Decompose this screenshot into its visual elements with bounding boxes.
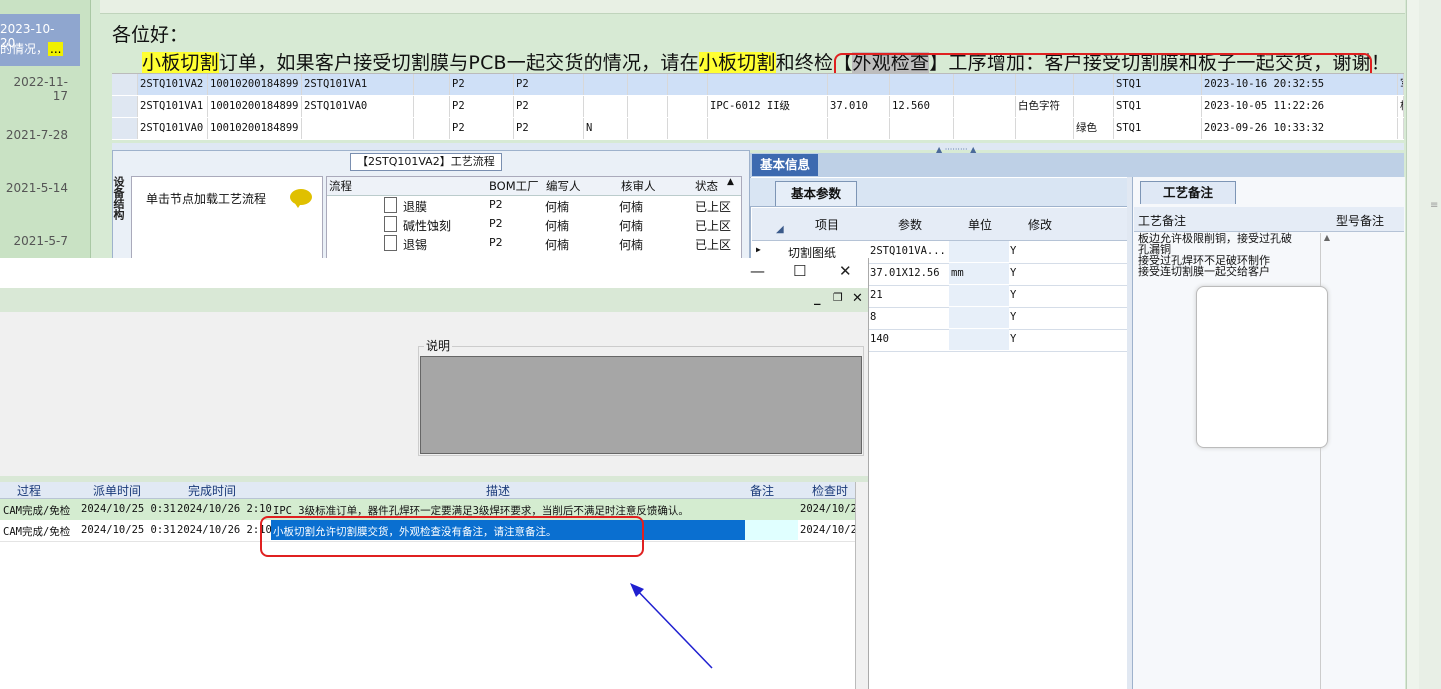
load-process-hint[interactable]: 单击节点加载工艺流程 (131, 176, 323, 218)
selected-preview-text: 的情况，... (0, 42, 64, 56)
description-textarea[interactable] (420, 356, 862, 454)
tab-basic-info[interactable]: 基本信息 (752, 154, 818, 176)
log-grid-header: 过程 派单时间 完成时间 描述 备注 检查时间 (0, 482, 855, 515)
process-grid: 流程 BOM工厂 编写人 核审人 状态 ▲ 退膜 P2 何楠 何楠 已上区 碱性… (326, 176, 742, 262)
close-icon[interactable]: ✕ (839, 262, 852, 280)
order-grid: 2STQ101VA2 10010200184899 2STQ101VA1 P2 … (112, 73, 1404, 140)
maximize-icon[interactable]: ☐ (793, 262, 806, 280)
blue-arrow-annotation (630, 583, 713, 669)
table-row[interactable]: 2STQ101VA1 10010200184899 2STQ101VA0 P2 … (112, 96, 1404, 117)
document-icon (384, 216, 397, 232)
history-date-item[interactable]: 2021-5-14 (0, 181, 90, 195)
tooltip-popup (1196, 286, 1328, 448)
document-icon (384, 235, 397, 251)
speech-bubble-icon (290, 189, 312, 208)
panel-splitter[interactable] (1127, 177, 1132, 689)
param-grid-header: 项目 参数 单位 修改 ◢ (752, 208, 1127, 241)
arrow-shaft (633, 586, 713, 669)
process-side-label[interactable]: 设备结构 (112, 176, 126, 260)
top-toolbar (100, 0, 1405, 14)
minimize-icon[interactable]: — (750, 262, 765, 280)
scroll-up-icon[interactable]: ▲ (727, 177, 734, 187)
right-edge-panel (1419, 0, 1441, 689)
corner-triangle-icon: ◢ (776, 224, 784, 235)
craft-notes-text[interactable]: 板边允许极限削铜，接受过孔破 孔漏铜 接受过孔焊环不足破环制作 接受连切割膜一起… (1138, 233, 1318, 277)
selected-history-item[interactable]: 2023-10-20 的情况，... (0, 14, 80, 66)
mdi-restore-icon[interactable]: ❐ (833, 291, 843, 304)
tab-basic-params[interactable]: 基本参数 (775, 181, 857, 206)
splitter-grip-icon[interactable]: ≡ (1430, 200, 1438, 211)
history-date-item[interactable]: 2021-5-7 (0, 234, 90, 248)
document-icon (384, 197, 397, 213)
history-date-item[interactable]: 2022-11-17 (0, 75, 90, 103)
dialog-menubar (0, 288, 868, 313)
red-annotation-box (260, 516, 644, 557)
history-date-item[interactable]: 2021-7-28 (0, 128, 90, 142)
mdi-minimize-icon[interactable]: _ (814, 291, 821, 306)
table-row[interactable]: 2STQ101VA0 10010200184899 P2 P2 N 绿色 STQ… (112, 118, 1404, 139)
process-row[interactable]: 碱性蚀刻 P2 何楠 何楠 已上区 (327, 215, 731, 234)
notice-greeting: 各位好： (112, 24, 189, 46)
info-tabbar (750, 153, 1404, 177)
description-label: 说明 (424, 337, 453, 354)
row-pointer-icon: ▶ (756, 245, 761, 254)
process-row[interactable]: 退锡 P2 何楠 何楠 已上区 (327, 234, 731, 253)
craft-notes-header: 工艺备注 型号备注 (1134, 207, 1404, 232)
note-cell[interactable] (745, 520, 798, 540)
process-tree-area (131, 216, 323, 261)
splitter-bar[interactable] (112, 143, 1404, 150)
dialog-titlebar[interactable] (0, 258, 868, 288)
log-grid-scrollbar[interactable] (855, 482, 868, 689)
vertical-scrollbar[interactable] (1406, 0, 1419, 689)
mdi-close-icon[interactable]: ✕ (852, 291, 863, 306)
process-grid-header: 流程 BOM工厂 编写人 核审人 状态 ▲ (327, 177, 741, 196)
process-flow-title: 【2STQ101VA2】工艺流程 (350, 153, 502, 171)
tab-craft-notes[interactable]: 工艺备注 (1140, 181, 1236, 204)
process-row[interactable]: 退膜 P2 何楠 何楠 已上区 (327, 196, 731, 215)
table-row[interactable]: 2STQ101VA2 10010200184899 2STQ101VA1 P2 … (112, 74, 1404, 95)
